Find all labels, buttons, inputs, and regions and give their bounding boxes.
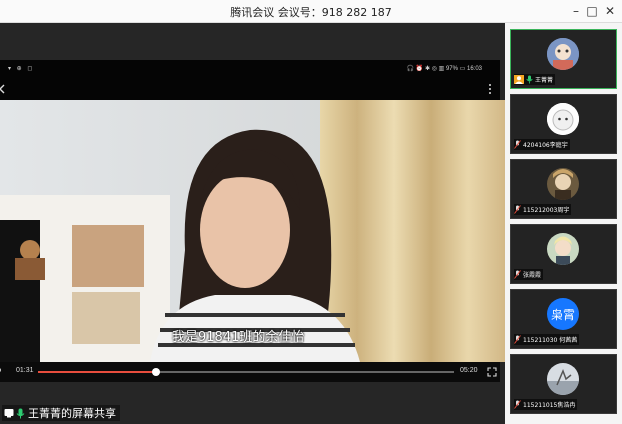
participant-name: 115211030 何茜茜 <box>523 337 578 344</box>
participant-avatar <box>547 233 579 265</box>
participant-avatar <box>547 103 579 135</box>
participant-label: 张霞霞 <box>514 269 544 280</box>
participant-tile[interactable]: 115212003周宇 <box>510 159 617 219</box>
phone-status-bar: ▾ ⊕ ◻ 🎧 ⏰ ✱ ◎ ▥ 97% ▭ 16:03 <box>0 60 500 78</box>
participant-tile[interactable]: 张霞霞 <box>510 224 617 284</box>
mic-muted-icon <box>514 140 521 149</box>
progress-fill <box>38 371 157 373</box>
share-owner-name: 王菁菁的屏幕共享 <box>28 407 116 420</box>
participant-label: 4204106李庭宇 <box>514 139 570 150</box>
close-button[interactable]: ✕ <box>596 0 622 22</box>
participant-tile[interactable]: 王菁菁 <box>510 29 617 89</box>
participant-label: 115211015焦浩冉 <box>514 399 578 410</box>
mic-muted-icon <box>514 205 521 214</box>
chevron-left-icon[interactable] <box>0 84 6 94</box>
progress-handle[interactable] <box>152 368 161 376</box>
participant-name: 4204106李庭宇 <box>523 142 568 149</box>
total-time: 05:20 <box>460 367 478 374</box>
participant-sidebar: 王菁菁 4204106李庭宇 115212003周宇 张霞霞 枭霄 115211… <box>505 23 622 424</box>
screen-share-label: 王菁菁的屏幕共享 <box>2 405 120 421</box>
participant-avatar <box>547 363 579 395</box>
pause-icon[interactable]: ⏸ <box>0 367 2 375</box>
current-time: 01:31 <box>16 367 34 374</box>
title-bar: 腾讯会议 会议号：918 282 187 – □ ✕ <box>0 0 622 23</box>
video-subtitle: 我是91841班的余佳怡 <box>172 330 305 345</box>
mic-icon <box>526 75 533 84</box>
participant-name: 115212003周宇 <box>523 207 570 214</box>
participant-avatar <box>547 38 579 70</box>
participant-tile[interactable]: 枭霄 115211030 何茜茜 <box>510 289 617 349</box>
participant-tile[interactable]: 4204106李庭宇 <box>510 94 617 154</box>
participant-name: 张霞霞 <box>523 272 542 279</box>
close-icon: ✕ <box>604 4 616 18</box>
video-controls: ⏸ 01:31 05:20 <box>0 362 500 382</box>
window-title: 腾讯会议 会议号：918 282 187 <box>230 6 392 19</box>
screen-share-icon <box>4 409 14 418</box>
video-frame[interactable] <box>0 100 505 362</box>
mic-muted-icon <box>514 270 521 279</box>
host-icon <box>514 75 524 84</box>
participant-name: 115211015焦浩冉 <box>523 402 576 409</box>
participant-label: 115211030 何茜茜 <box>514 334 580 345</box>
mic-muted-icon <box>514 335 521 344</box>
participant-avatar <box>547 168 579 200</box>
progress-track[interactable] <box>38 368 454 376</box>
participant-name: 王菁菁 <box>535 77 554 84</box>
participant-label: 王菁菁 <box>514 74 556 85</box>
fullscreen-icon[interactable] <box>487 367 497 377</box>
phone-video-toolbar <box>0 78 500 100</box>
participant-tile[interactable]: 115211015焦浩冉 <box>510 354 617 414</box>
phone-status-right: 🎧 ⏰ ✱ ◎ ▥ 97% ▭ 16:03 <box>406 66 482 72</box>
phone-status-left: ▾ ⊕ ◻ <box>8 66 35 72</box>
participant-label: 115212003周宇 <box>514 204 572 215</box>
mic-icon <box>16 408 25 418</box>
more-vertical-icon[interactable] <box>487 83 493 95</box>
participant-avatar: 枭霄 <box>547 298 579 330</box>
mic-muted-icon <box>514 400 521 409</box>
video-scene-image <box>0 100 505 362</box>
